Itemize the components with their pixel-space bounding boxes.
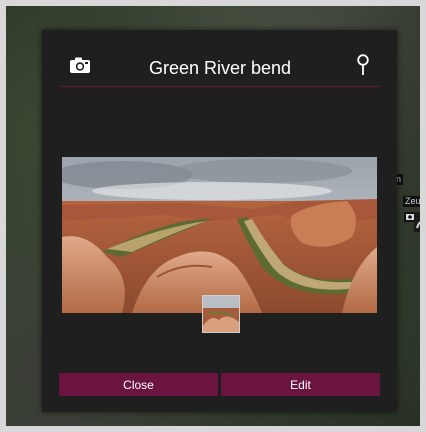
close-button[interactable]: Close	[59, 373, 218, 396]
edit-button[interactable]: Edit	[221, 373, 380, 396]
location-pin-icon[interactable]	[356, 54, 370, 76]
dialog-title: Green River bend	[148, 58, 292, 78]
main-photo[interactable]	[62, 157, 377, 313]
photo-dialog: Green River bend Close Edit	[42, 30, 397, 412]
dialog-header: Green River bend	[60, 48, 380, 87]
map-marker-icon[interactable]	[414, 212, 420, 232]
photo-thumbnail[interactable]	[202, 295, 240, 333]
camera-icon[interactable]	[69, 56, 91, 74]
map-label-chip[interactable]: Zeu	[403, 196, 420, 207]
